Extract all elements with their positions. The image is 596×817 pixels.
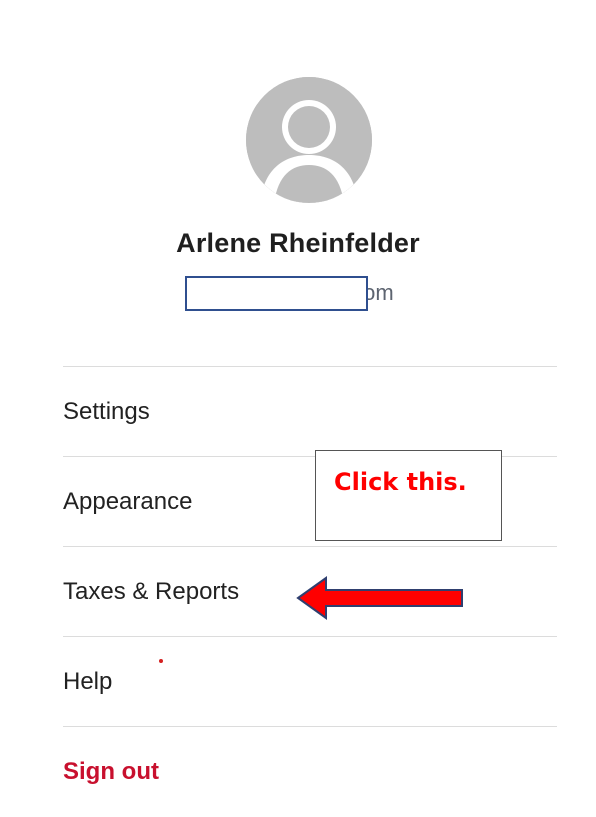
- red-dot-mark: [159, 659, 163, 663]
- user-silhouette-icon: [246, 77, 372, 203]
- email-redaction-box: [185, 276, 368, 311]
- avatar: [246, 77, 372, 203]
- red-left-arrow-icon: [296, 575, 466, 626]
- menu-item-help[interactable]: Help: [63, 636, 557, 726]
- sign-out-link[interactable]: Sign out: [63, 726, 557, 816]
- user-name: Arlene Rheinfelder: [176, 228, 420, 258]
- click-this-callout: Click this.: [315, 450, 502, 541]
- menu-item-settings[interactable]: Settings: [63, 366, 557, 456]
